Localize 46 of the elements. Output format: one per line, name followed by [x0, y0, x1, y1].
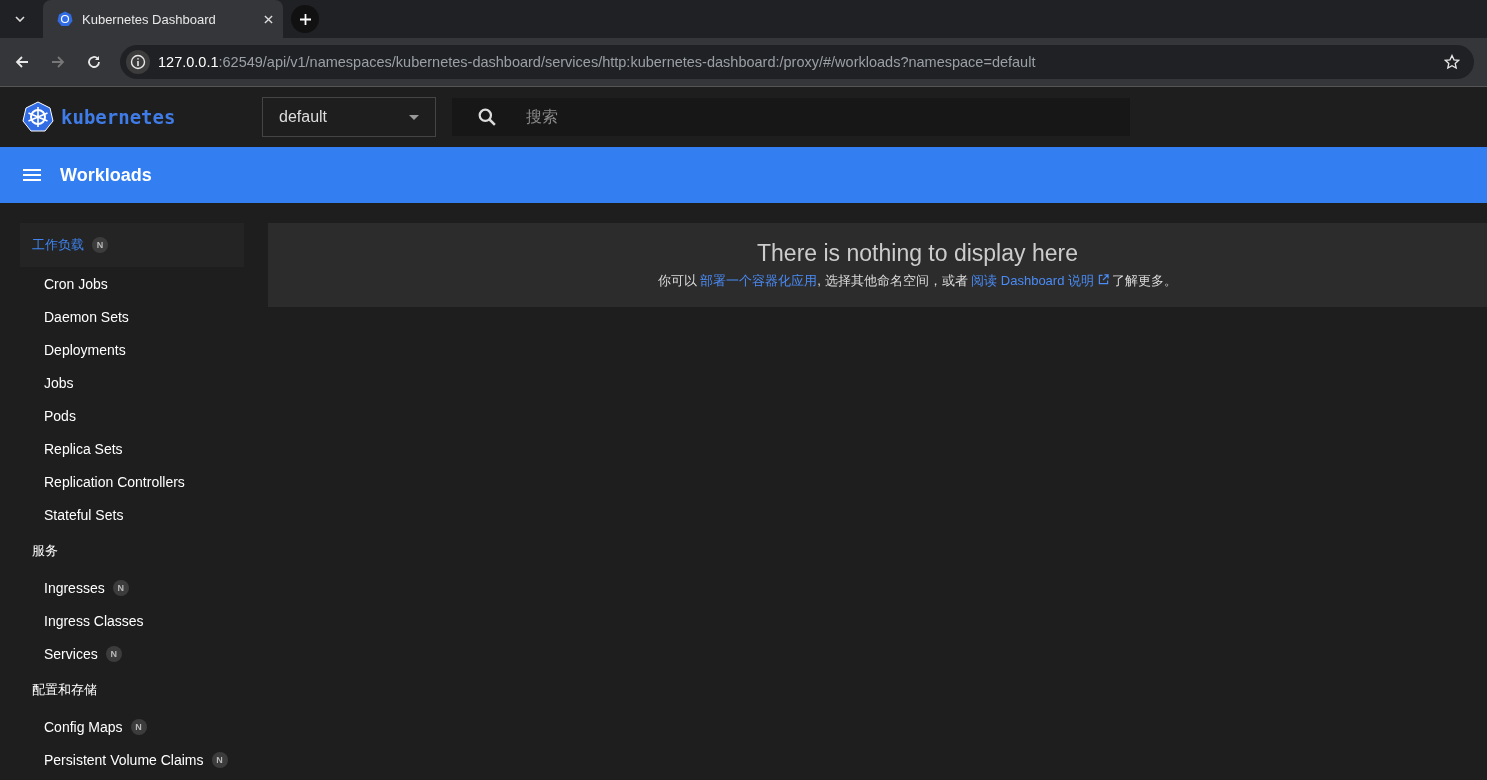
- empty-state-title: There is nothing to display here: [757, 240, 1078, 267]
- chevron-down-icon[interactable]: [15, 16, 25, 22]
- nav-item[interactable]: Pods: [44, 407, 76, 424]
- browser-tab[interactable]: Kubernetes Dashboard: [43, 0, 283, 38]
- external-link-icon: [1097, 274, 1109, 285]
- nav-item[interactable]: Daemon Sets: [44, 308, 129, 325]
- nav-section-header[interactable]: 配置和存储: [20, 670, 244, 710]
- logo-text[interactable]: kubernetes: [61, 106, 176, 128]
- new-badge: N: [112, 579, 129, 596]
- nav-section-header[interactable]: 服务: [20, 531, 244, 571]
- new-tab-button[interactable]: [291, 5, 319, 33]
- nav-item[interactable]: Ingresses: [44, 579, 105, 596]
- menu-icon[interactable]: [23, 169, 41, 181]
- info-icon[interactable]: [126, 50, 150, 74]
- search-field[interactable]: 搜索: [524, 107, 1130, 127]
- close-icon[interactable]: [264, 14, 273, 24]
- new-badge: N: [130, 718, 147, 735]
- caret-icon: [409, 114, 419, 120]
- nav-item[interactable]: Config Maps: [44, 718, 123, 735]
- nav-item[interactable]: Jobs: [44, 374, 74, 391]
- tab-title: Kubernetes Dashboard: [82, 11, 217, 27]
- plus-icon: [299, 13, 311, 25]
- nav-item[interactable]: Persistent Volume Claims: [44, 751, 204, 768]
- new-badge: N: [211, 751, 228, 768]
- star-icon[interactable]: [1444, 54, 1460, 70]
- new-badge: N: [105, 645, 122, 662]
- back-arrow-icon[interactable]: [14, 54, 30, 70]
- nav-item[interactable]: Stateful Sets: [44, 506, 124, 523]
- reload-icon[interactable]: [86, 54, 102, 70]
- empty-state-message: 你可以 部署一个容器化应用, 选择其他命名空间，或者 阅读 Dashboard 说明 了解更多。: [657, 272, 1178, 290]
- search-icon[interactable]: [478, 108, 496, 126]
- docs-link[interactable]: 阅读 Dashboard 说明: [971, 273, 1109, 288]
- nav-item[interactable]: Deployments: [44, 341, 126, 358]
- nav-item[interactable]: Services: [44, 645, 98, 662]
- page-title: Workloads: [60, 164, 152, 186]
- search-bar[interactable]: 搜索: [452, 98, 1130, 136]
- nav-item[interactable]: Replica Sets: [44, 440, 123, 457]
- nav-item[interactable]: Cron Jobs: [44, 275, 108, 292]
- address-field[interactable]: 127.0.0.1:62549/api/v1/namespaces/kubernetes-dashboard/services/http:kubernetes-dashboard:/proxy/#/workloads?namespace=default: [120, 45, 1474, 79]
- namespace-select[interactable]: default: [262, 97, 436, 137]
- deploy-link[interactable]: 部署一个容器化应用: [700, 273, 818, 288]
- nav-section-header[interactable]: 工作负载 N: [20, 223, 244, 267]
- forward-arrow-icon[interactable]: [50, 54, 66, 70]
- nav-item[interactable]: Ingress Classes: [44, 612, 144, 629]
- nav-item[interactable]: Replication Controllers: [44, 473, 185, 490]
- new-badge: N: [92, 237, 108, 253]
